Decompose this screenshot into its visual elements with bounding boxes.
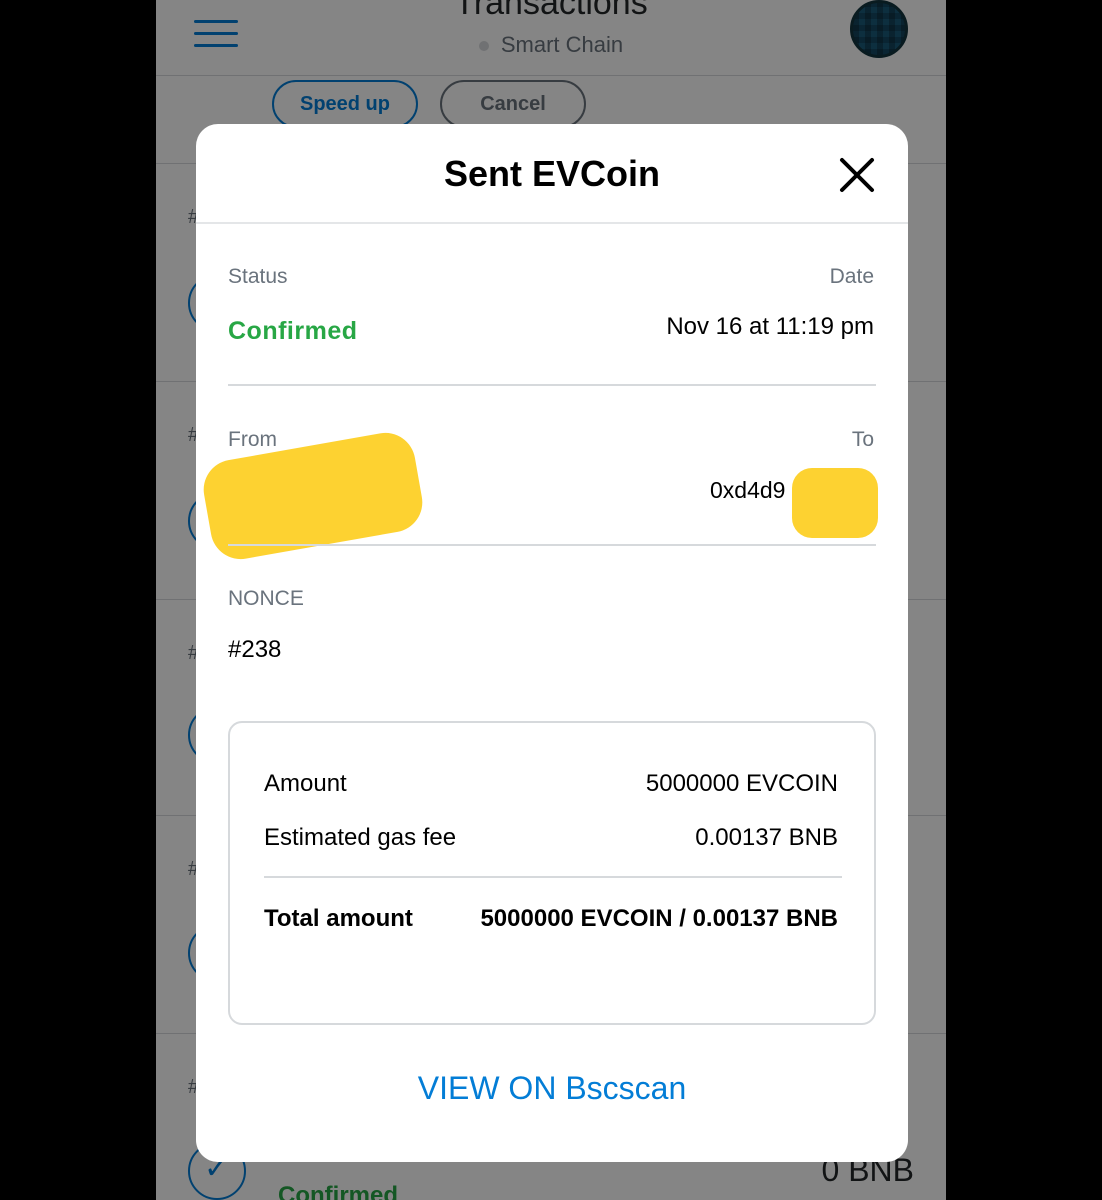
- divider: [264, 876, 842, 878]
- to-address: 0xd4d9: [710, 477, 786, 503]
- close-icon[interactable]: [838, 156, 876, 194]
- from-label: From: [228, 428, 277, 451]
- to-label: To: [851, 428, 874, 451]
- amount-label: Amount: [264, 770, 347, 797]
- status-label: Status: [228, 265, 288, 288]
- redaction-mark: [792, 468, 878, 538]
- view-on-bscscan-link[interactable]: VIEW ON Bscscan: [196, 1070, 908, 1107]
- total-amount-value: 5000000 EVCOIN / 0.00137 BNB: [480, 905, 838, 932]
- date-value: Nov 16 at 11:19 pm: [666, 313, 874, 340]
- modal-header: Sent EVCoin: [196, 124, 908, 224]
- gas-fee-value: 0.00137 BNB: [695, 824, 838, 851]
- modal-title: Sent EVCoin: [443, 153, 661, 194]
- date-label: Date: [829, 265, 874, 288]
- gas-fee-label: Estimated gas fee: [264, 824, 457, 851]
- transaction-details-modal: Sent EVCoin Status Date Confirmed Nov 16…: [196, 124, 908, 1162]
- divider: [228, 544, 876, 546]
- amount-value: 5000000 EVCOIN: [645, 770, 838, 797]
- status-value: Confirmed: [228, 317, 358, 345]
- nonce-value: #238: [228, 636, 282, 663]
- divider: [228, 384, 876, 386]
- nonce-label: NONCE: [228, 587, 304, 610]
- transaction-summary-box: Amount 5000000 EVCOIN Estimated gas fee …: [228, 721, 876, 1025]
- total-amount-label: Total amount: [264, 905, 413, 932]
